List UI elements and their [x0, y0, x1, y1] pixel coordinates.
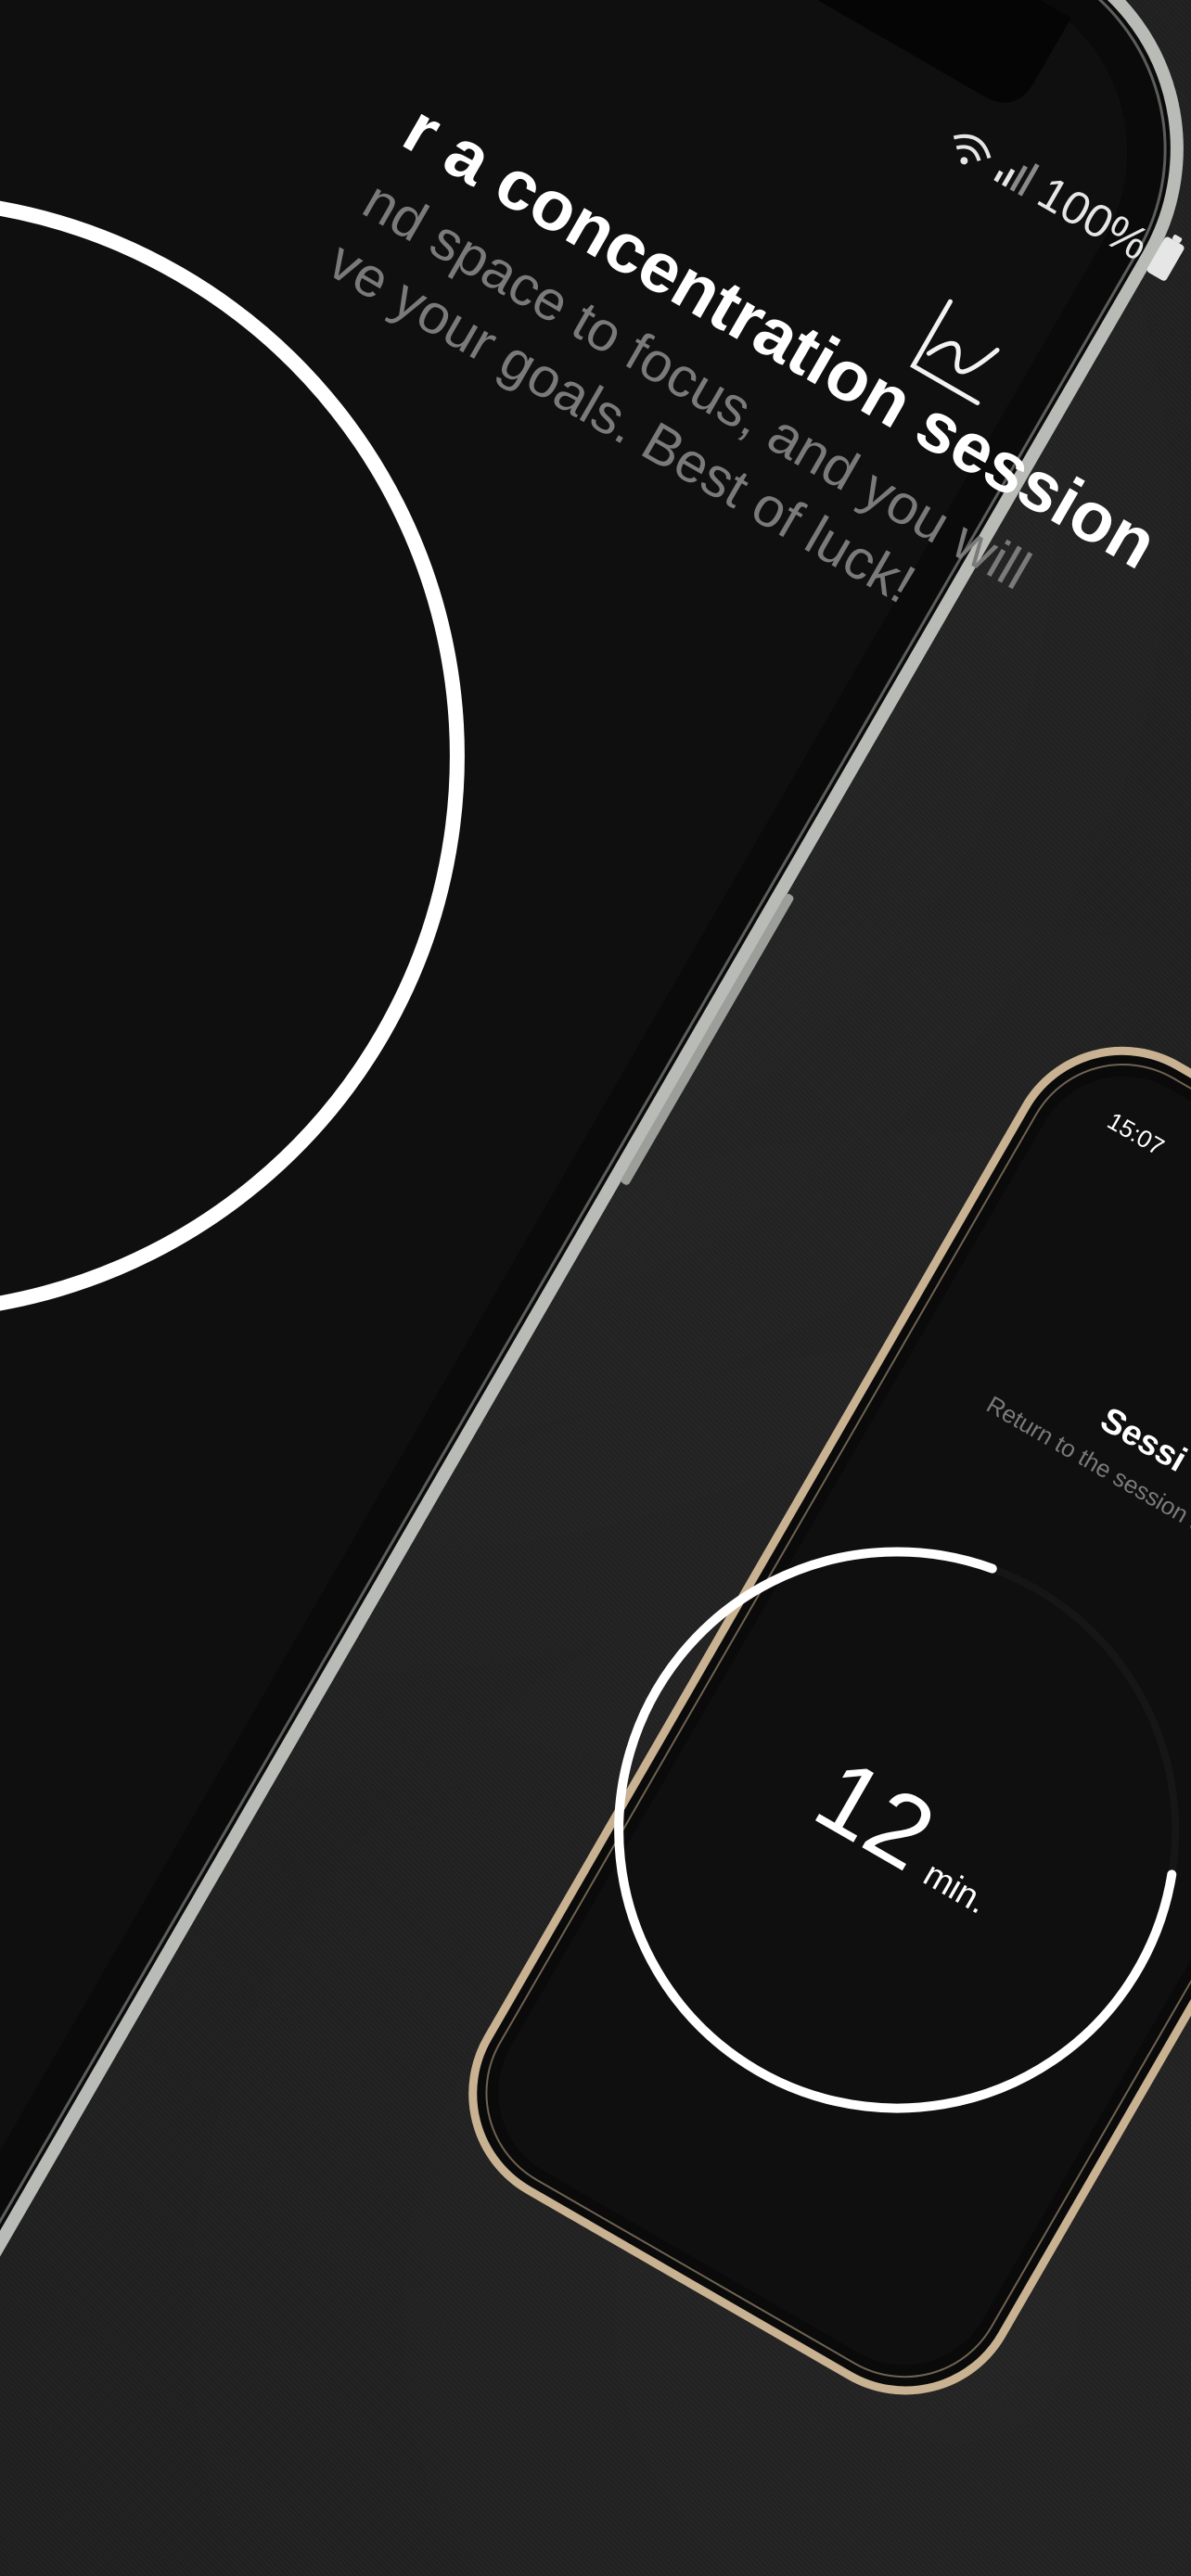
app-screenshot-canvas: 15:07 Sessi Return to the session t 12 m…	[0, 0, 1191, 2576]
phones-scene: 15:07 Sessi Return to the session t 12 m…	[0, 0, 1191, 2489]
